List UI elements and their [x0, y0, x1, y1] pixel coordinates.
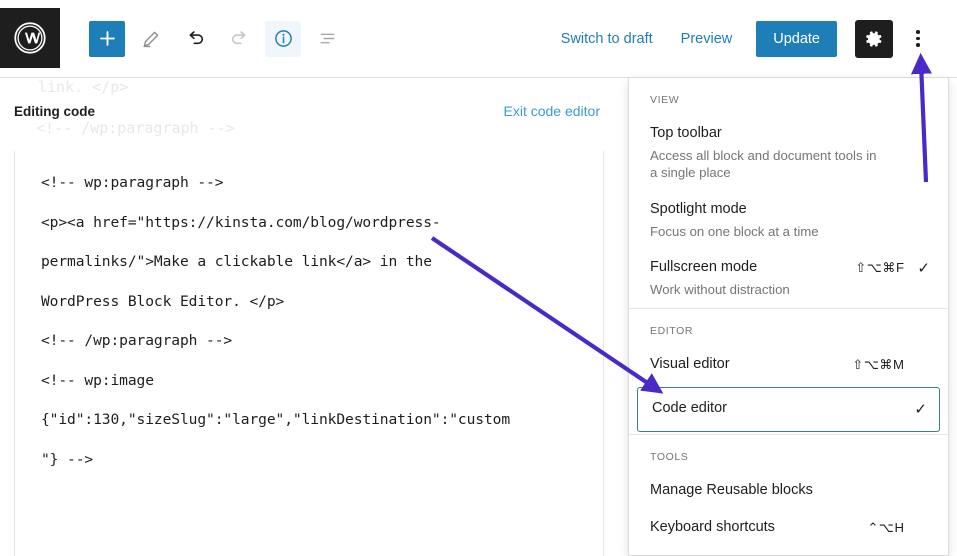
add-block-icon[interactable] [89, 21, 125, 57]
check-icon: ✓ [914, 402, 927, 417]
menu-group-view: VIEW Top toolbar Access all block and do… [629, 78, 948, 308]
scrolled-behind-text-2: <!-- /wp:paragraph --> [36, 119, 235, 137]
menu-item-top-toolbar[interactable]: Top toolbar Access all block and documen… [629, 116, 948, 192]
info-icon[interactable] [265, 21, 301, 57]
menu-item-description: Focus on one block at a time [650, 223, 819, 241]
code-line: <!-- /wp:paragraph --> [41, 321, 603, 361]
edit-pencil-icon[interactable] [133, 21, 169, 57]
switch-to-draft-button[interactable]: Switch to draft [547, 23, 667, 55]
dot-1 [916, 30, 920, 34]
dot-3 [916, 43, 920, 47]
menu-item-shortcut: ⇧⌥⌘F [855, 260, 904, 276]
code-line: {"id":130,"sizeSlug":"large","linkDestin… [41, 400, 603, 440]
code-line: "} --> [41, 440, 603, 480]
menu-item-manage-reusable-blocks[interactable]: Manage Reusable blocks ✓ [629, 473, 948, 511]
editing-code-header: Editing code Exit code editor [0, 103, 614, 119]
check-icon: ✓ [917, 261, 930, 276]
list-view-icon[interactable] [309, 21, 345, 57]
menu-item-shortcut: ⌃⌥H [867, 520, 904, 536]
code-line: WordPress Block Editor. </p> [41, 282, 603, 322]
menu-item-title: Manage Reusable blocks [650, 481, 813, 501]
menu-group-label-tools: TOOLS [629, 435, 948, 473]
menu-group-tools: TOOLS Manage Reusable blocks ✓ Keyboard … [629, 435, 948, 548]
menu-item-description: Access all block and document tools in a… [650, 147, 882, 182]
menu-item-keyboard-shortcuts[interactable]: Keyboard shortcuts ⌃⌥H ✓ [629, 510, 948, 548]
dot-2 [916, 37, 920, 41]
wordpress-block-editor-screen: Switch to draft Preview Update link. </p… [0, 0, 957, 556]
menu-item-title: Visual editor [650, 355, 730, 375]
menu-item-title: Top toolbar [650, 124, 882, 144]
menu-group-label-view: VIEW [629, 78, 948, 116]
editing-code-title: Editing code [14, 104, 95, 119]
scrolled-behind-text-1: link. </p> [38, 78, 128, 96]
code-line: <!-- wp:image [41, 361, 603, 401]
code-editor-textarea[interactable]: <!-- wp:paragraph --> <p><a href="https:… [14, 151, 604, 556]
editor-top-toolbar: Switch to draft Preview Update [0, 0, 957, 78]
code-editor-pane: link. </p> <!-- /wp:paragraph --> Editin… [0, 78, 626, 556]
three-dots-vertical-icon[interactable] [901, 20, 935, 58]
update-button[interactable]: Update [756, 21, 837, 57]
code-line: <p><a href="https://kinsta.com/blog/word… [41, 203, 603, 243]
exit-code-editor-button[interactable]: Exit code editor [504, 103, 601, 119]
menu-group-label-editor: EDITOR [629, 309, 948, 347]
menu-item-description: Work without distraction [650, 281, 790, 299]
menu-item-title: Spotlight mode [650, 200, 819, 220]
editor-options-dropdown-menu: VIEW Top toolbar Access all block and do… [628, 78, 949, 556]
redo-icon[interactable] [221, 21, 257, 57]
menu-item-title: Keyboard shortcuts [650, 518, 775, 538]
menu-group-editor: EDITOR Visual editor ⇧⌥⌘M ✓ Code editor … [629, 309, 948, 431]
menu-item-title: Fullscreen mode [650, 258, 790, 278]
menu-item-code-editor[interactable]: Code editor ✓ [637, 387, 940, 432]
wordpress-logo-icon[interactable] [0, 8, 60, 68]
code-line: permalinks/">Make a clickable link</a> i… [41, 242, 603, 282]
menu-item-shortcut: ⇧⌥⌘M [852, 357, 904, 373]
toolbar-left-controls [89, 21, 345, 57]
undo-icon[interactable] [177, 21, 213, 57]
menu-item-visual-editor[interactable]: Visual editor ⇧⌥⌘M ✓ [629, 347, 948, 385]
code-line: <!-- wp:paragraph --> [41, 163, 603, 203]
preview-button[interactable]: Preview [667, 23, 747, 55]
toolbar-right-controls: Switch to draft Preview Update [547, 20, 935, 58]
menu-item-spotlight-mode[interactable]: Spotlight mode Focus on one block at a t… [629, 192, 948, 250]
menu-item-fullscreen-mode[interactable]: Fullscreen mode Work without distraction… [629, 250, 948, 308]
menu-item-title: Code editor [652, 399, 727, 419]
gear-icon[interactable] [855, 20, 893, 58]
